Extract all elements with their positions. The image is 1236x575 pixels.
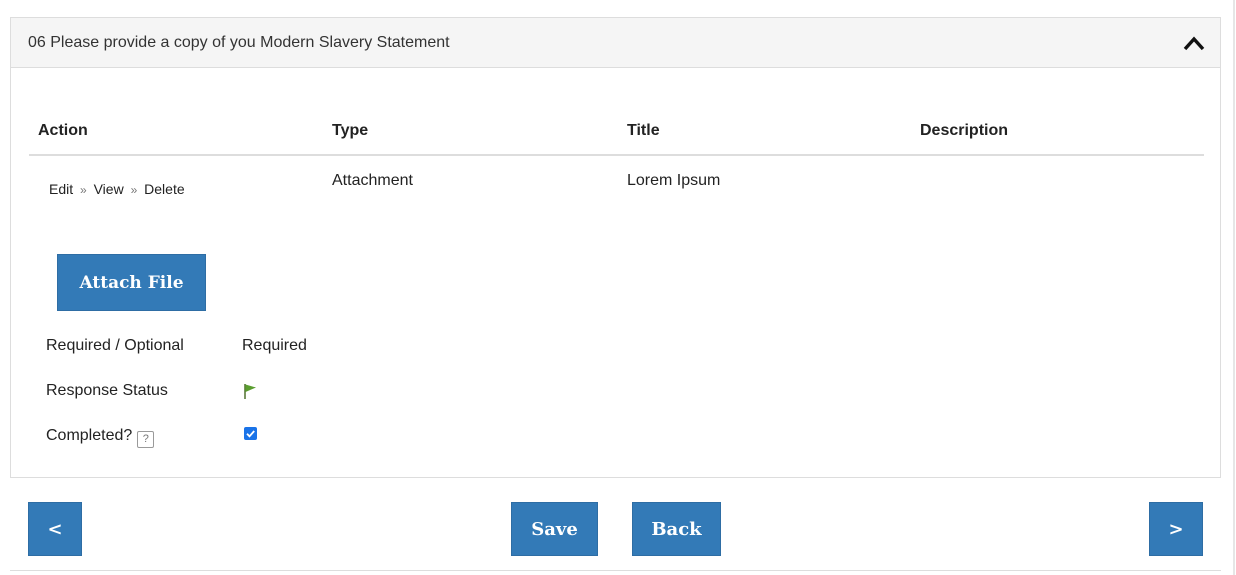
attach-file-button[interactable]: Attach File [57,254,206,311]
green-flag-icon [242,382,258,400]
question-panel: 06 Please provide a copy of you Modern S… [10,17,1221,478]
footer-divider [10,570,1221,571]
required-optional-label: Required / Optional [46,337,184,354]
scrollbar-track[interactable] [1233,0,1235,575]
save-button[interactable]: Save [511,502,598,556]
panel-header[interactable]: 06 Please provide a copy of you Modern S… [11,18,1220,68]
header-type: Type [332,122,369,139]
back-button[interactable]: Back [632,502,721,556]
header-action: Action [38,122,88,139]
completed-label: Completed?? [46,427,155,448]
chevron-up-icon[interactable] [1182,33,1206,53]
action-separator: » [130,183,138,197]
table-row: Edit » View » Delete Attachment Lorem Ip… [29,156,1204,216]
table-header: Action Type Title Description [29,106,1204,156]
header-description: Description [920,122,1009,139]
attachments-table: Action Type Title Description Edit » Vie… [29,106,1204,216]
completed-label-text: Completed? [46,427,133,444]
response-status-label: Response Status [46,382,168,399]
row-type: Attachment [332,172,413,189]
next-button[interactable]: > [1149,502,1203,556]
view-link[interactable]: View [94,181,124,197]
completed-checkbox[interactable] [244,427,257,440]
delete-link[interactable]: Delete [144,181,184,197]
header-title: Title [627,122,660,139]
row-actions: Edit » View » Delete [49,181,185,197]
panel-title: 06 Please provide a copy of you Modern S… [28,34,450,51]
previous-button[interactable]: < [28,502,82,556]
edit-link[interactable]: Edit [49,181,73,197]
row-title: Lorem Ipsum [627,172,721,189]
required-optional-value: Required [242,337,307,354]
action-separator: » [80,183,87,197]
help-icon[interactable]: ? [137,431,155,448]
